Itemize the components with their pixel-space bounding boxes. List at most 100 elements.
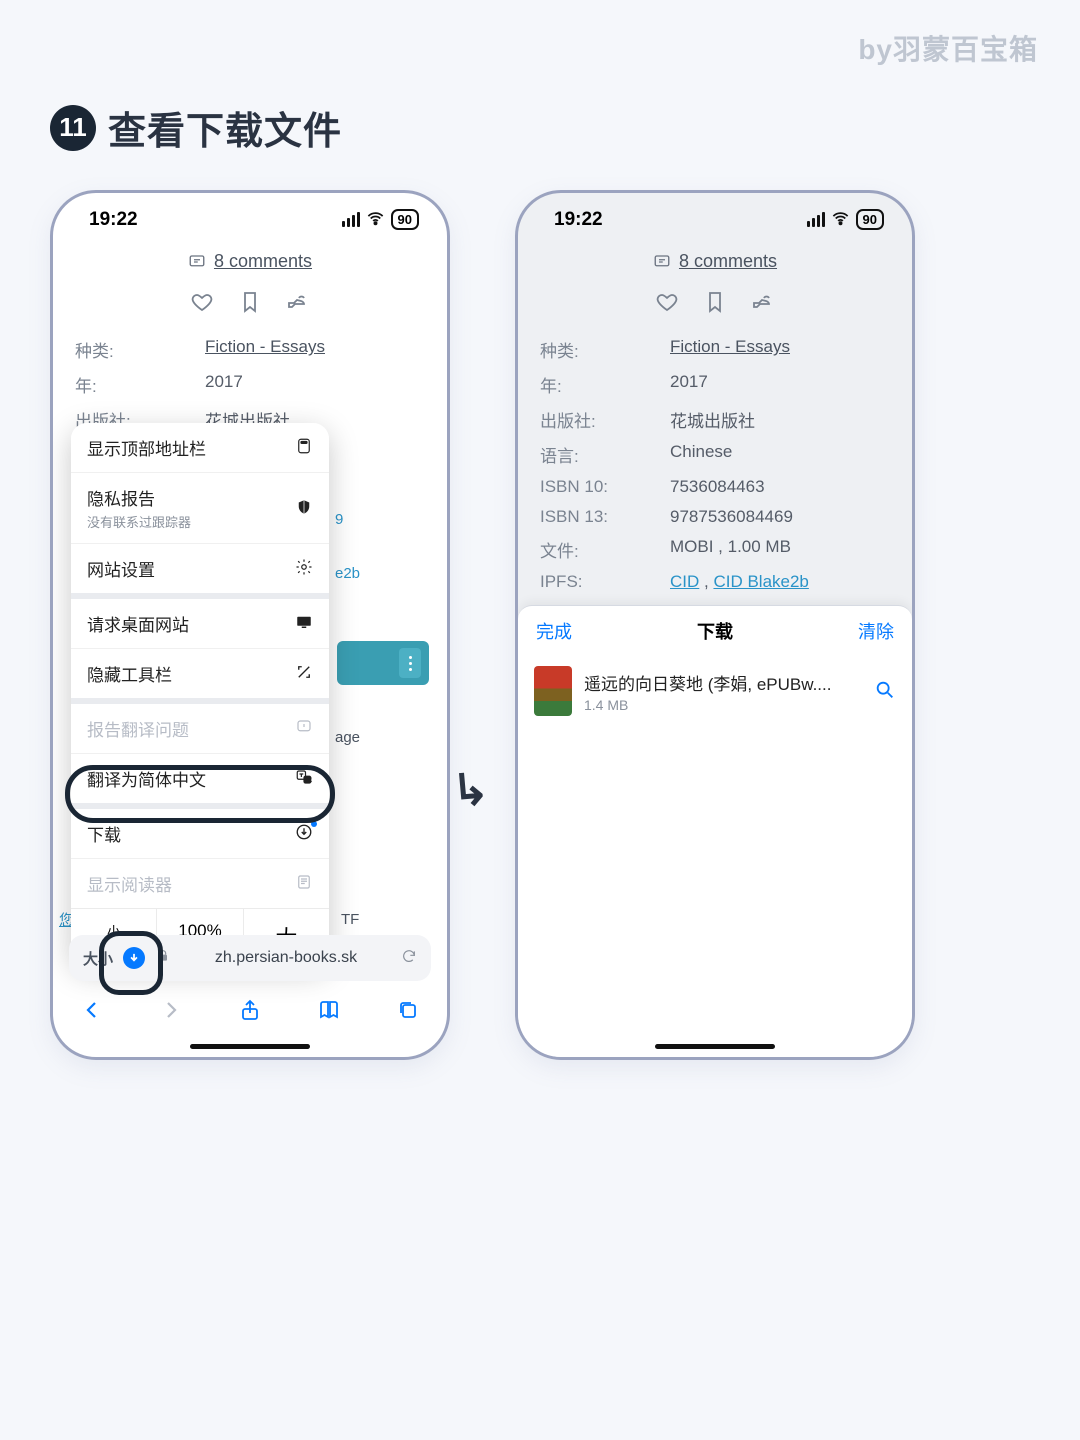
status-bar: 19:22 90 [518,193,912,247]
status-bar: 19:22 90 [53,193,447,247]
menu-label: 请求桌面网站 [87,611,189,636]
bookmarks-icon[interactable] [317,998,341,1026]
menu-label: 报告翻译问题 [87,716,189,741]
menu-show-top-addressbar[interactable]: 显示顶部地址栏 [71,423,329,473]
meta-isbn10-key: ISBN 10: [540,477,670,497]
meta-year-key: 年: [540,372,670,397]
menu-request-desktop[interactable]: 请求桌面网站 [71,599,329,649]
status-time: 19:22 [554,209,603,231]
more-dots-icon[interactable] [399,648,421,678]
menu-privacy-report[interactable]: 隐私报告 没有联系过跟踪器 [71,473,329,544]
battery-badge: 90 [391,209,419,230]
meta-file-val: MOBI , 1.00 MB [670,537,791,562]
watermark: by羽蒙百宝箱 [858,28,1038,68]
download-indicator-icon[interactable] [123,947,145,969]
addressbar-top-icon [295,437,313,458]
meta-lang-key: 语言: [540,442,670,467]
ipfs-blake-link[interactable]: CID Blake2b [713,572,808,591]
download-file-name: 遥远的向日葵地 (李娟, ePUBw.... [584,670,831,695]
url-text: zh.persian-books.sk [181,949,391,967]
forward-icon [159,998,183,1026]
meta-year-key: 年: [75,372,205,397]
download-button-peek[interactable] [337,641,429,685]
ipfs-tail: e2b [335,565,360,582]
share-hand-icon[interactable] [286,290,310,318]
download-item[interactable]: 遥远的向日葵地 (李娟, ePUBw.... 1.4 MB [518,656,912,726]
bookmark-icon[interactable] [238,290,262,318]
book-actions [518,290,912,318]
gear-icon [295,558,313,579]
menu-label: 翻译为简体中文 [87,766,206,791]
address-bar[interactable]: 大小 zh.persian-books.sk [69,935,431,981]
share-hand-icon[interactable] [751,290,775,318]
step-title: 查看下载文件 [108,100,342,155]
back-icon[interactable] [80,998,104,1026]
meta-ipfs-key: IPFS: [540,572,670,592]
book-thumbnail [534,666,572,716]
meta-isbn10-val: 7536084463 [670,477,765,497]
heart-icon[interactable] [190,290,214,318]
signal-icon [342,212,360,227]
age-tail: age [335,729,360,746]
menu-sublabel: 没有联系过跟踪器 [87,512,191,531]
safari-bottom-toolbar [53,987,447,1037]
menu-translate[interactable]: 翻译为简体中文 文 [71,754,329,809]
menu-show-reader: 显示阅读器 [71,859,329,909]
shield-icon [295,498,313,519]
meta-kind-val[interactable]: Fiction - Essays [670,337,790,356]
expand-icon [295,663,313,684]
book-meta: 种类:Fiction - Essays 年:2017 出版社:花城出版社 语言:… [518,328,912,601]
heart-icon[interactable] [655,290,679,318]
phone-left: 19:22 90 8 comments 种类:Fiction - Essays … [50,190,450,1060]
ipfs-sep: , [699,572,713,591]
signal-icon [807,212,825,227]
lock-icon [155,948,171,967]
status-time: 19:22 [89,209,138,231]
meta-kind-key: 种类: [75,337,205,362]
reveal-search-icon[interactable] [874,678,896,704]
meta-file-key: 文件: [540,537,670,562]
meta-kind-val[interactable]: Fiction - Essays [205,337,325,356]
tabs-icon[interactable] [396,998,420,1026]
menu-hide-toolbar[interactable]: 隐藏工具栏 [71,649,329,704]
bookmark-icon[interactable] [703,290,727,318]
menu-site-settings[interactable]: 网站设置 [71,544,329,599]
aa-button[interactable]: 大小 [83,948,113,969]
comments-text: 8 comments [679,251,777,272]
share-icon[interactable] [238,998,262,1026]
home-indicator [655,1044,775,1049]
desktop-icon [295,613,313,634]
comments-text: 8 comments [214,251,312,272]
ipfs-cid-link[interactable]: CID [670,572,699,591]
download-circle-icon [295,823,313,844]
menu-downloads[interactable]: 下载 [71,809,329,859]
meta-year-val: 2017 [670,372,708,397]
done-button[interactable]: 完成 [536,618,572,644]
page-settings-popup: 显示顶部地址栏 隐私报告 没有联系过跟踪器 网站设置 请求桌面网站 隐藏工具栏 … [71,423,329,965]
meta-kind-key: 种类: [540,337,670,362]
book-actions [53,290,447,318]
translate-icon: 文 [295,768,313,789]
meta-isbn13-key: ISBN 13: [540,507,670,527]
menu-label: 下载 [87,821,121,846]
comments-link[interactable]: 8 comments [518,251,912,272]
step-heading: 11 查看下载文件 [50,100,342,155]
home-indicator [190,1044,310,1049]
wifi-icon [366,209,385,232]
menu-label: 显示阅读器 [87,871,172,896]
meta-isbn13-val: 9787536084469 [670,507,793,527]
arrow-icon: ↳ [450,763,491,817]
downloads-sheet: 完成 下载 清除 遥远的向日葵地 (李娟, ePUBw.... 1.4 MB [518,605,912,1057]
menu-label: 显示顶部地址栏 [87,435,206,460]
comments-link[interactable]: 8 comments [53,251,447,272]
step-number-badge: 11 [50,105,96,151]
menu-label: 隐藏工具栏 [87,661,172,686]
wifi-icon [831,209,850,232]
reload-icon[interactable] [401,948,417,967]
meta-pub-val: 花城出版社 [670,407,755,432]
isbn13-tail: 9 [335,511,343,528]
clear-button[interactable]: 清除 [858,618,894,644]
menu-report-translation: 报告翻译问题 [71,704,329,754]
report-icon [295,718,313,739]
download-file-size: 1.4 MB [584,697,831,713]
